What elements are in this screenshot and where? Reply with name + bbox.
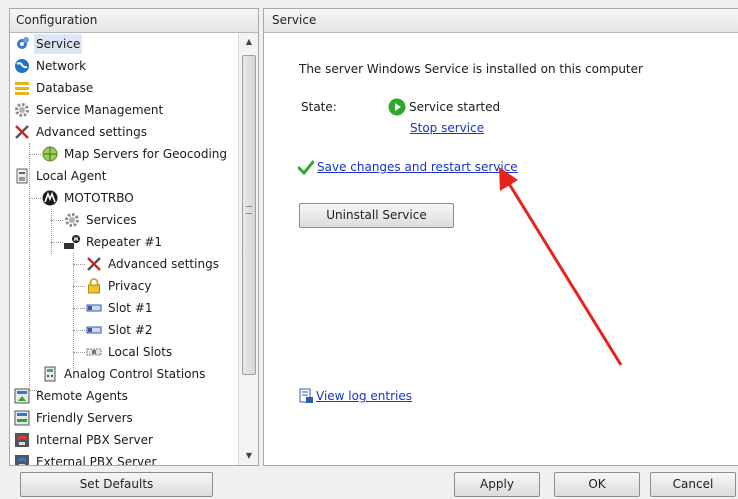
- scroll-up-arrow-icon[interactable]: ▲: [239, 33, 259, 51]
- tree-item-service-management[interactable]: Service Management: [14, 100, 165, 120]
- analog-station-icon: [42, 366, 58, 382]
- service-panel: Service The server Windows Service is in…: [263, 8, 738, 466]
- tree-connector: [73, 330, 85, 331]
- log-file-icon: [298, 388, 314, 404]
- uninstall-service-button[interactable]: Uninstall Service: [299, 203, 454, 228]
- repeater-icon: [64, 234, 80, 250]
- view-log-link[interactable]: View log entries: [316, 389, 412, 403]
- pbx-icon: [14, 454, 30, 465]
- apply-button[interactable]: Apply: [454, 472, 540, 497]
- database-icon: [14, 80, 30, 96]
- set-defaults-button[interactable]: Set Defaults: [20, 472, 213, 497]
- local-agent-icon: [14, 168, 30, 184]
- lock-icon: [86, 278, 102, 294]
- tree-connector: [51, 209, 52, 254]
- tree-item-external-pbx[interactable]: External PBX Server: [14, 452, 158, 465]
- state-value-group: Service started: [388, 98, 500, 116]
- local-slots-icon: [86, 344, 102, 360]
- pbx-icon: [14, 432, 30, 448]
- globe-icon: [14, 58, 30, 74]
- tree-item-repeater-1[interactable]: Repeater #1: [64, 232, 164, 252]
- tree-item-friendly-servers[interactable]: Friendly Servers: [14, 408, 135, 428]
- tools-icon: [86, 256, 102, 272]
- tree-item-slot-2[interactable]: Slot #2: [86, 320, 155, 340]
- save-restart-group[interactable]: Save changes and restart service: [297, 159, 518, 176]
- gear-grey-icon: [64, 212, 80, 228]
- ok-button[interactable]: OK: [554, 472, 640, 497]
- configuration-tree: Service Network Database Service Managem…: [10, 33, 238, 465]
- slot-icon: [86, 300, 102, 316]
- view-log-group[interactable]: View log entries: [298, 388, 412, 404]
- motorola-logo-icon: [42, 190, 58, 206]
- play-status-icon: [388, 98, 406, 116]
- stop-service-link[interactable]: Stop service: [410, 121, 484, 135]
- tree-connector: [51, 220, 63, 221]
- state-value: Service started: [409, 100, 501, 114]
- tree-item-network[interactable]: Network: [14, 56, 88, 76]
- tree-item-internal-pbx[interactable]: Internal PBX Server: [14, 430, 155, 450]
- tree-item-database[interactable]: Database: [14, 78, 95, 98]
- tree-connector: [29, 198, 41, 199]
- tree-item-service[interactable]: Service: [14, 34, 83, 54]
- cancel-button[interactable]: Cancel: [650, 472, 736, 497]
- tools-icon: [14, 124, 30, 140]
- tree-item-map-servers[interactable]: Map Servers for Geocoding: [42, 144, 229, 164]
- server-icon: [14, 410, 30, 426]
- tree-scrollbar[interactable]: ▲ ▼: [238, 33, 258, 465]
- tree-item-slot-1[interactable]: Slot #1: [86, 298, 155, 318]
- tree-item-services[interactable]: Services: [64, 210, 139, 230]
- tree-connector: [73, 264, 85, 265]
- gear-blue-icon: [14, 36, 30, 52]
- service-header: Service: [264, 9, 738, 33]
- tree-item-mototrbo[interactable]: MOTOTRBO: [42, 188, 136, 208]
- scroll-down-arrow-icon[interactable]: ▼: [239, 447, 259, 465]
- checkmark-icon: [297, 159, 315, 176]
- tree-item-local-agent[interactable]: Local Agent: [14, 166, 108, 186]
- tree-item-advanced-settings[interactable]: Advanced settings: [14, 122, 149, 142]
- map-globe-icon: [42, 146, 58, 162]
- tree-connector: [73, 286, 85, 287]
- gear-grey-icon: [14, 102, 30, 118]
- installed-status-text: The server Windows Service is installed …: [299, 62, 643, 76]
- tree-item-analog-control-stations[interactable]: Analog Control Stations: [42, 364, 207, 384]
- slot-icon: [86, 322, 102, 338]
- tree-connector: [51, 242, 63, 243]
- tree-connector: [73, 308, 85, 309]
- tree-item-remote-agents[interactable]: Remote Agents: [14, 386, 130, 406]
- tree-connector: [73, 352, 85, 353]
- state-label: State:: [301, 100, 337, 114]
- tree-connector: [29, 154, 41, 155]
- remote-agent-icon: [14, 388, 30, 404]
- tree-item-local-slots[interactable]: Local Slots: [86, 342, 174, 362]
- scroll-grip-icon: [246, 206, 252, 214]
- scroll-thumb[interactable]: [242, 55, 256, 375]
- tree-item-privacy[interactable]: Privacy: [86, 276, 153, 296]
- tree-item-repeater-advanced-settings[interactable]: Advanced settings: [86, 254, 221, 274]
- save-restart-link[interactable]: Save changes and restart service: [317, 160, 518, 174]
- configuration-header: Configuration: [10, 9, 258, 33]
- configuration-panel: Configuration Service Network Database S…: [9, 8, 259, 466]
